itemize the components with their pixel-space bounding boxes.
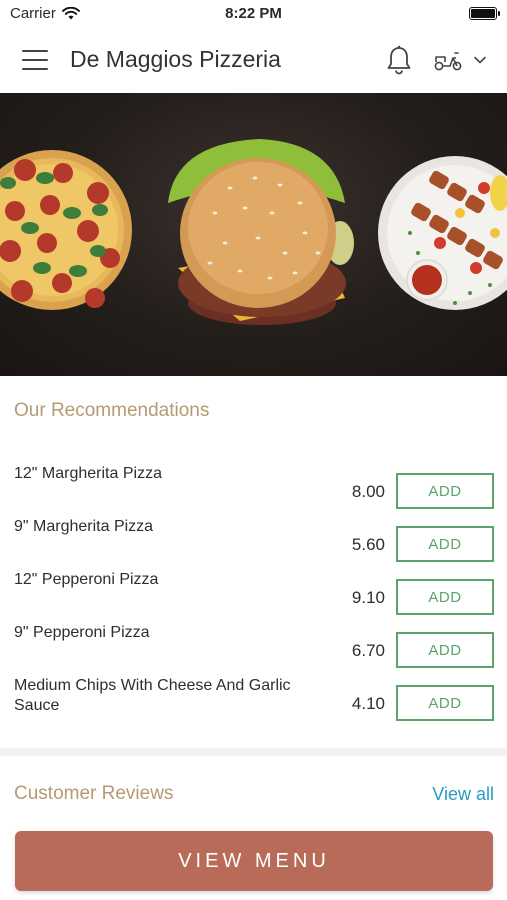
item-price: 9.10	[351, 588, 385, 607]
recommendations-title: Our Recommendations	[14, 400, 210, 421]
item-name: 9" Margherita Pizza	[14, 518, 154, 535]
page-title: De Maggios Pizzeria	[70, 46, 281, 72]
list-item: 12" Pepperoni Pizza 9.10 ADD	[0, 570, 507, 622]
add-button[interactable]: ADD	[396, 685, 494, 721]
view-all-reviews-link[interactable]: View all	[432, 784, 494, 805]
hero-banner	[0, 93, 507, 376]
item-name: 9" Pepperoni Pizza	[14, 624, 150, 641]
reviews-title: Customer Reviews	[14, 783, 174, 804]
list-item: 9" Pepperoni Pizza 6.70 ADD	[0, 623, 507, 675]
kebab-plate-image	[378, 156, 507, 310]
hero-food-image	[0, 139, 507, 325]
add-button[interactable]: ADD	[396, 473, 494, 509]
pizza-image	[0, 150, 132, 310]
item-price: 4.10	[351, 694, 385, 713]
view-menu-button[interactable]: VIEW MENU	[15, 831, 493, 891]
carrier-group: Carrier	[10, 5, 80, 22]
item-name: Medium Chips With Cheese And Garlic Sauc…	[14, 677, 291, 714]
section-divider	[0, 748, 507, 756]
bell-icon[interactable]	[385, 45, 413, 75]
app-header: De Maggios Pizzeria	[0, 26, 507, 93]
add-button[interactable]: ADD	[396, 579, 494, 615]
item-price: 8.00	[351, 482, 385, 501]
list-item: 12" Margherita Pizza 8.00 ADD	[0, 464, 507, 516]
menu-icon[interactable]	[22, 49, 48, 70]
chevron-down-icon[interactable]	[473, 53, 487, 67]
item-price: 6.70	[351, 641, 385, 660]
wifi-icon	[61, 6, 80, 19]
add-button[interactable]: ADD	[396, 526, 494, 562]
battery-icon	[469, 6, 500, 20]
status-bar: Carrier 8:22 PM	[0, 0, 507, 26]
carrier-label: Carrier	[10, 4, 56, 22]
scooter-icon[interactable]	[433, 48, 463, 72]
item-name: 12" Pepperoni Pizza	[14, 571, 159, 588]
add-button[interactable]: ADD	[396, 632, 494, 668]
burger-image	[168, 139, 354, 325]
item-price: 5.60	[351, 535, 385, 554]
list-item: Medium Chips With Cheese And Garlic Sauc…	[0, 676, 507, 728]
item-name: 12" Margherita Pizza	[14, 465, 162, 482]
list-item: 9" Margherita Pizza 5.60 ADD	[0, 517, 507, 569]
